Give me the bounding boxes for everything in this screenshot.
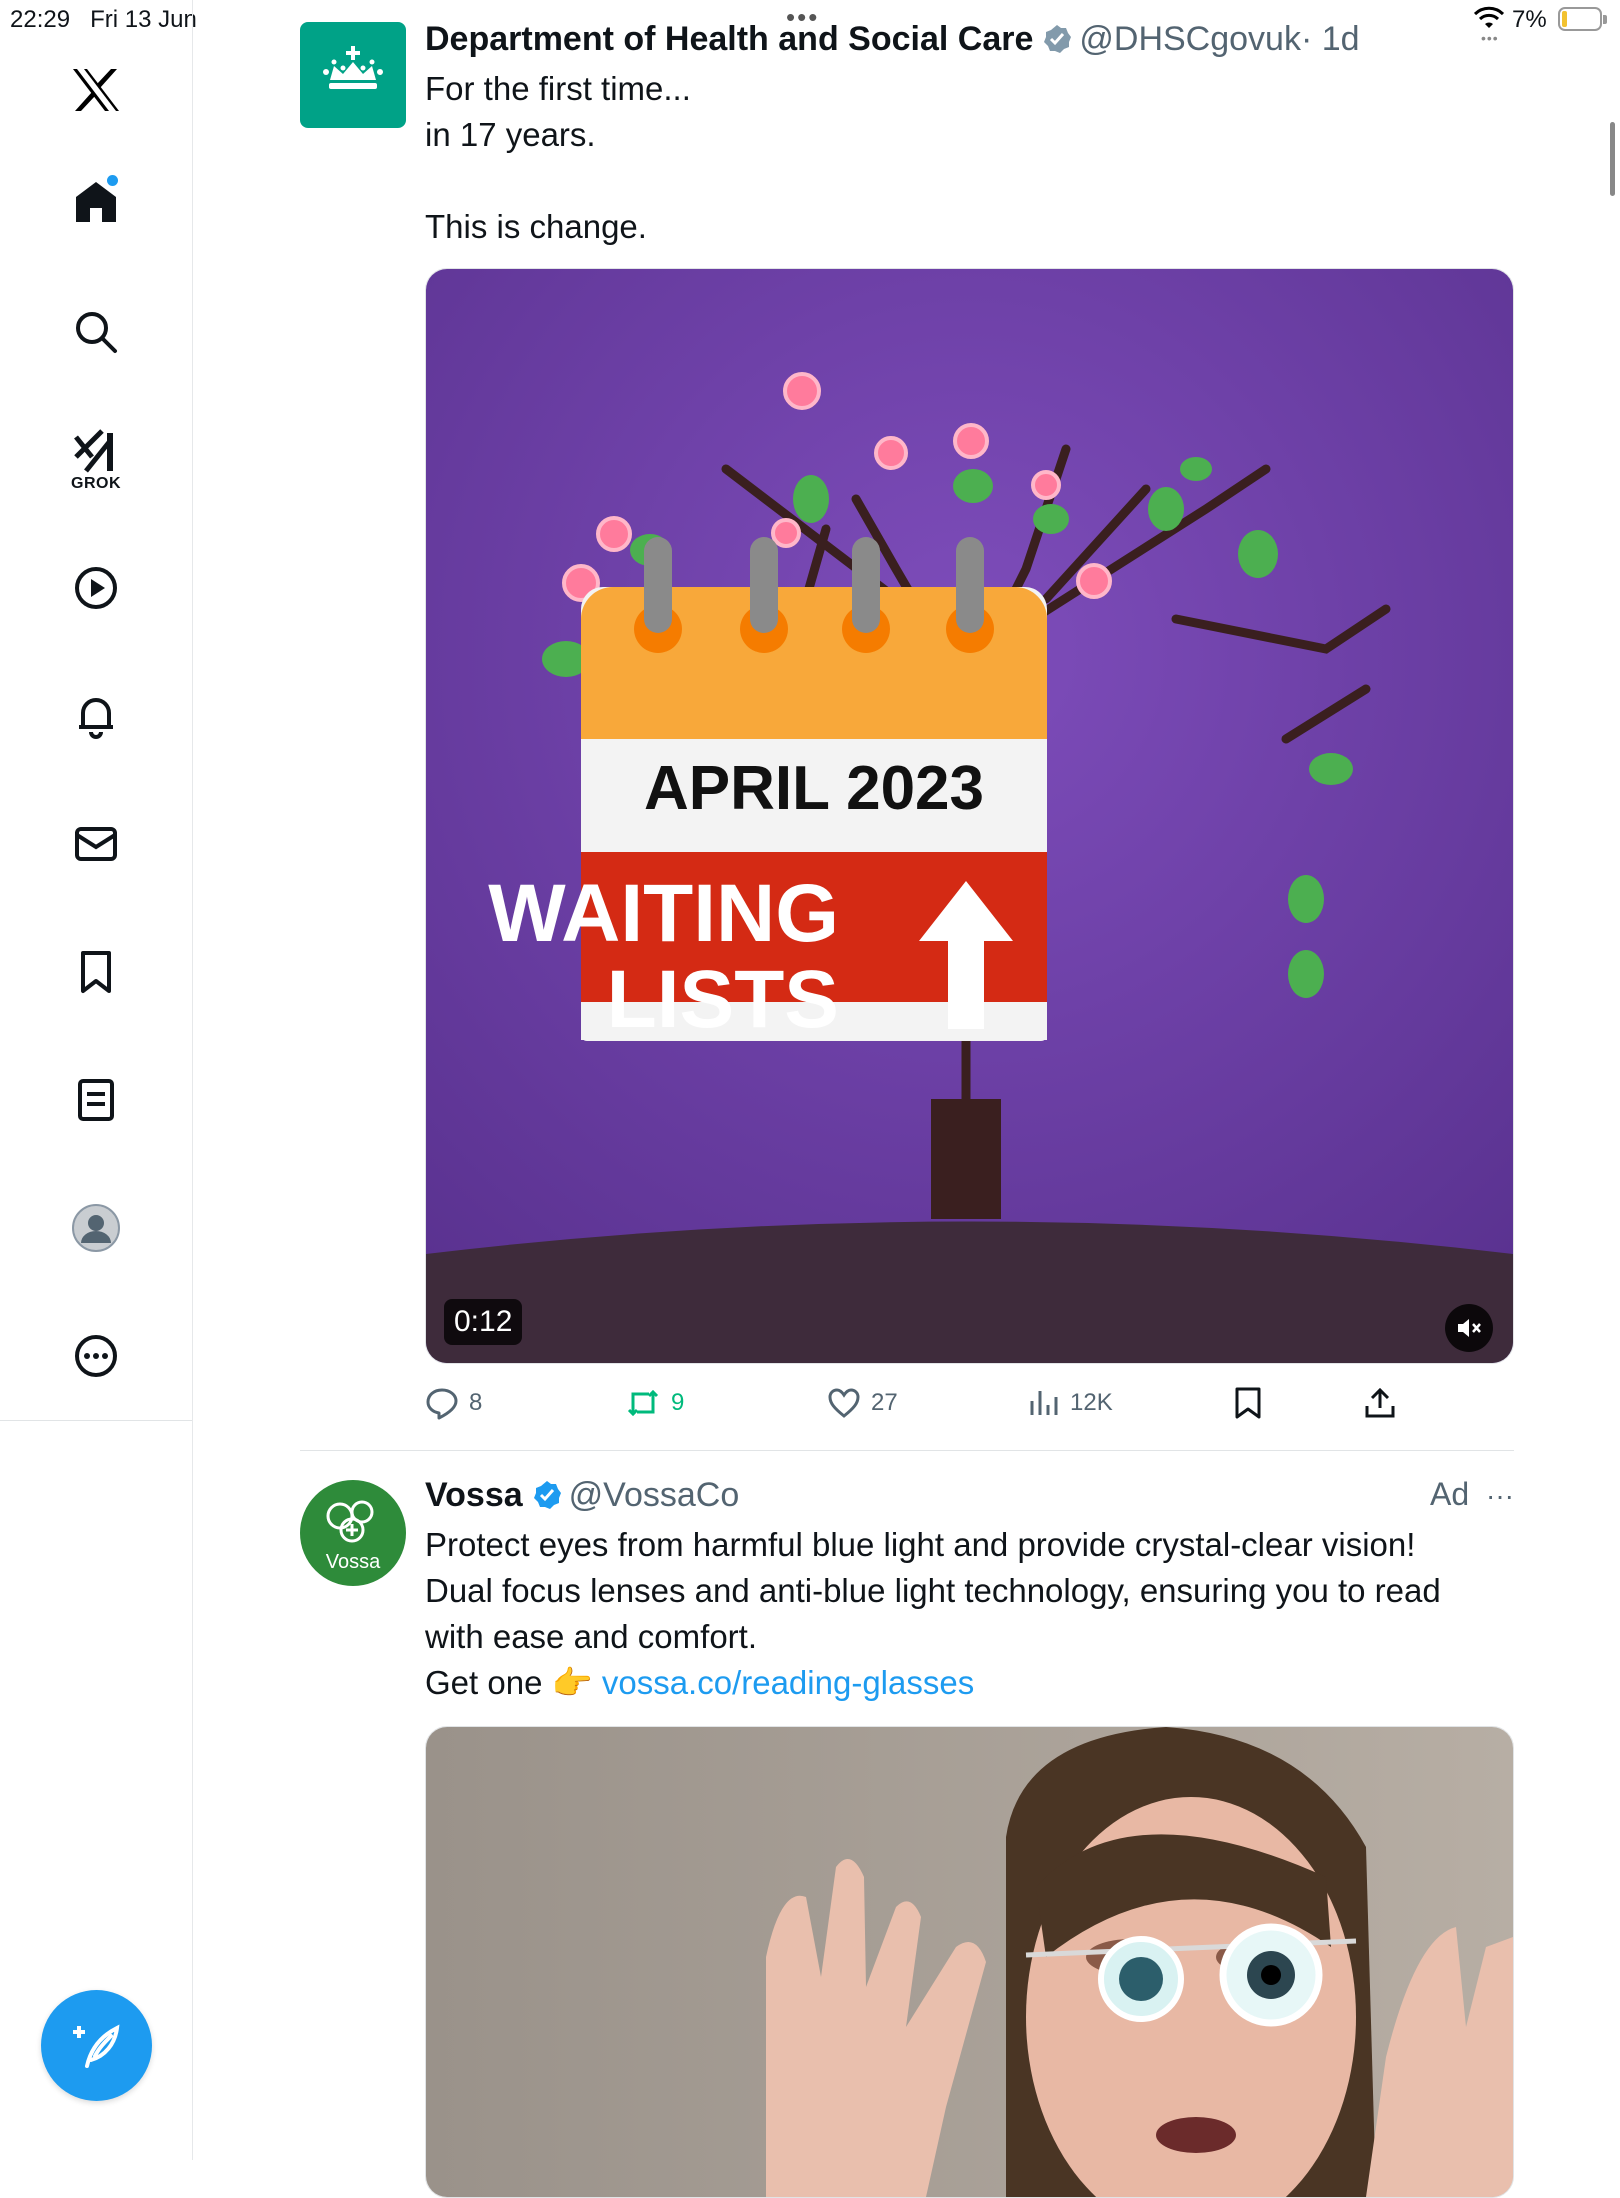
ad-label: Ad ···: [1430, 1476, 1514, 1513]
repost-count: 9: [671, 1389, 685, 1416]
reply-button[interactable]: 8: [425, 1378, 482, 1428]
dhsc-avatar[interactable]: [300, 22, 406, 128]
more-circle-icon[interactable]: [56, 1316, 136, 1396]
list-icon[interactable]: [56, 1060, 136, 1140]
sidebar-divider: [0, 1420, 192, 1421]
battery-percent: 7%: [1512, 6, 1547, 33]
reply-icon: [426, 1388, 458, 1420]
banner-line1: WAITING: [488, 868, 839, 959]
battery-icon: [1558, 7, 1607, 31]
repost-button[interactable]: 9: [625, 1378, 684, 1428]
tweet-vossa-ad[interactable]: Vossa Vossa @VossaCo Ad ··· Protect eyes …: [300, 1476, 1514, 2198]
mute-icon: [1458, 1319, 1481, 1337]
ad-text: Ad: [1429, 1476, 1470, 1512]
ad-video[interactable]: [425, 1726, 1514, 2198]
tweet-header: Vossa @VossaCo: [425, 1476, 739, 1515]
tweet-actions: 8 9 27 12K: [425, 1378, 1515, 1428]
compose-icon: [72, 2024, 119, 2068]
video-thumbnail: APRIL 2023 WAITING LISTS: [426, 269, 1513, 1363]
home-notification-dot: [107, 175, 118, 186]
views-icon: [1030, 1391, 1058, 1415]
more-icon[interactable]: ···: [1486, 1480, 1514, 1511]
bookmark-icon: [1235, 1387, 1261, 1419]
views-count: 12K: [1070, 1389, 1113, 1416]
ad-body: Protect eyes from harmful blue light and…: [425, 1526, 1441, 1655]
reply-count: 8: [469, 1389, 483, 1416]
video-duration: 0:12: [444, 1299, 523, 1345]
ad-link[interactable]: vossa.co/reading-glasses: [602, 1664, 974, 1701]
search-icon[interactable]: [56, 292, 136, 372]
bookmark-button[interactable]: [1233, 1378, 1263, 1428]
tweet-dhsc[interactable]: Department of Health and Social Care @DHS…: [300, 20, 1514, 1440]
like-button[interactable]: 27: [827, 1378, 898, 1428]
vossa-avatar[interactable]: Vossa: [300, 1480, 406, 1586]
author-name[interactable]: Department of Health and Social Care: [425, 20, 1033, 58]
play-icon[interactable]: [56, 548, 136, 628]
ad-thumbnail: [426, 1727, 1513, 2197]
sidebar: GROK: [0, 0, 193, 2160]
verified-grey-icon: [1044, 25, 1072, 53]
envelope-icon[interactable]: [56, 804, 136, 884]
compose-button[interactable]: [41, 1990, 152, 2101]
share-button[interactable]: [1363, 1378, 1397, 1428]
tweet-time[interactable]: · 1d: [1301, 20, 1360, 58]
tweet-text: Protect eyes from harmful blue light and…: [425, 1522, 1441, 1706]
vossa-avatar-text: Vossa: [326, 1551, 381, 1573]
views-button[interactable]: 12K: [1028, 1378, 1113, 1428]
repost-icon: [627, 1389, 659, 1417]
scrollbar[interactable]: [1610, 122, 1615, 196]
author-handle[interactable]: @DHSCgovuk: [1079, 20, 1301, 58]
like-count: 27: [871, 1389, 898, 1416]
author-handle[interactable]: @VossaCo: [569, 1476, 740, 1514]
tweet-header: Department of Health and Social Care @DHS…: [425, 20, 1360, 59]
tweet-text: For the first time... in 17 years. This …: [425, 70, 691, 245]
mute-button[interactable]: [1445, 1304, 1493, 1352]
bookmark-icon[interactable]: [56, 932, 136, 1012]
share-icon: [1365, 1387, 1395, 1418]
home-icon[interactable]: [56, 162, 136, 242]
avatar-icon[interactable]: [56, 1188, 136, 1268]
author-name[interactable]: Vossa: [425, 1476, 523, 1514]
verified-blue-icon: [533, 1481, 561, 1509]
tweet-video[interactable]: APRIL 2023 WAITING LISTS 0:12: [425, 268, 1514, 1364]
calendar-title: APRIL 2023: [644, 754, 984, 823]
grok-icon[interactable]: GROK: [56, 420, 136, 500]
heart-icon: [828, 1388, 860, 1418]
grok-label: GROK: [71, 475, 121, 492]
tweet-separator: [300, 1450, 1514, 1451]
x-logo-icon[interactable]: [56, 50, 136, 130]
bell-icon[interactable]: [56, 676, 136, 756]
banner-line2: LISTS: [607, 954, 839, 1045]
cta-prefix: Get one 👉: [425, 1664, 602, 1701]
